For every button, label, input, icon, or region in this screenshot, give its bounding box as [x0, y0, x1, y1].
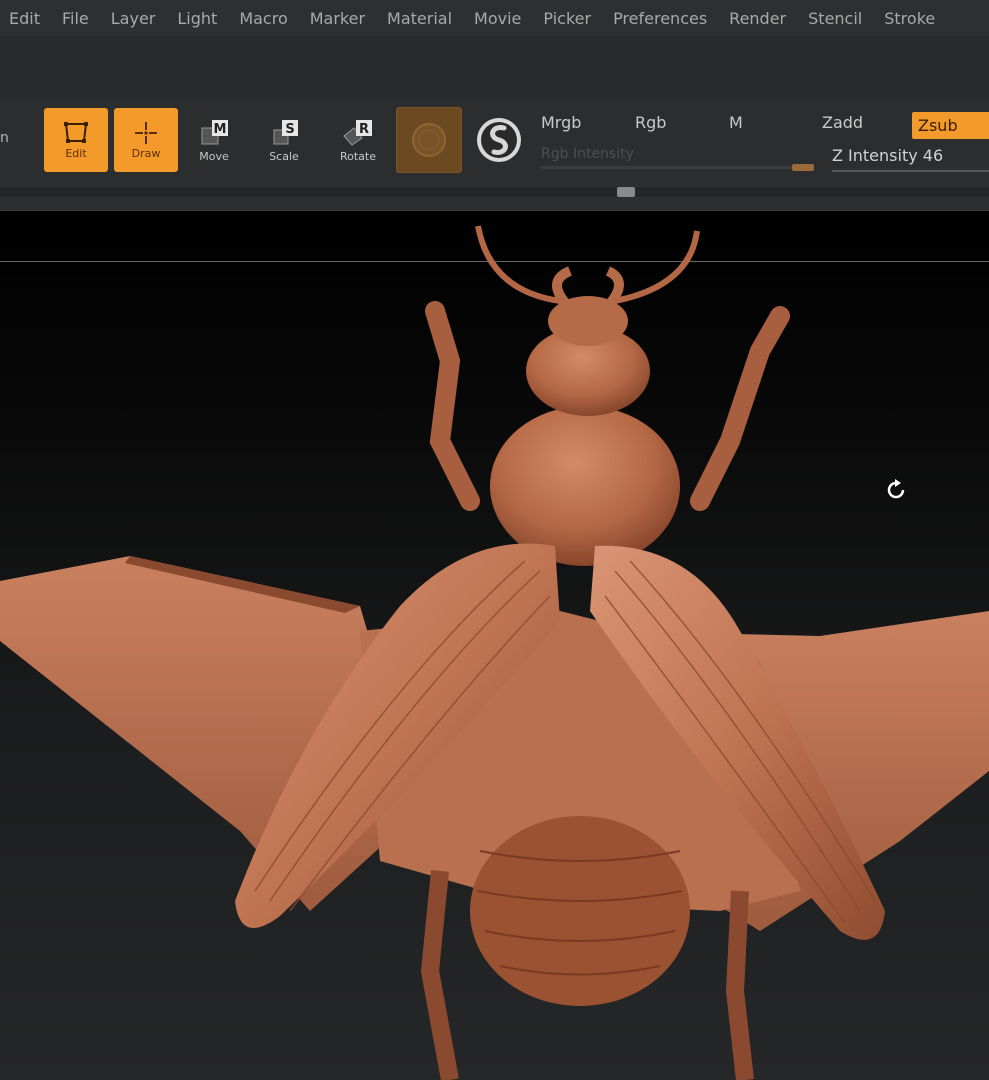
move-button[interactable]: M Move: [182, 108, 246, 172]
rgb-intensity-slider[interactable]: [541, 166, 813, 169]
scale-s-icon: S: [273, 119, 298, 144]
m-toggle[interactable]: M: [729, 113, 743, 132]
rgb-intensity-knob[interactable]: [792, 164, 814, 171]
menu-macro[interactable]: Macro: [239, 9, 287, 28]
rgb-toggle[interactable]: Rgb: [635, 113, 666, 132]
menu-movie[interactable]: Movie: [474, 9, 521, 28]
menu-bar: Edit File Layer Light Macro Marker Mater…: [0, 0, 989, 36]
texture-sphere-button[interactable]: [474, 115, 524, 165]
menu-preferences[interactable]: Preferences: [613, 9, 707, 28]
move-label: Move: [199, 149, 229, 163]
menu-file[interactable]: File: [62, 9, 89, 28]
rotate-button[interactable]: R Rotate: [326, 108, 390, 172]
canvas-viewport[interactable]: [0, 211, 989, 1080]
z-intensity-label: Z Intensity: [832, 146, 918, 165]
svg-text:M: M: [214, 122, 227, 137]
draw-crosshair-icon: [135, 121, 157, 144]
zsub-toggle[interactable]: Zsub: [912, 112, 989, 139]
z-intensity-slider[interactable]: Z Intensity 46: [832, 146, 943, 165]
z-intensity-track[interactable]: [832, 170, 989, 172]
menu-marker[interactable]: Marker: [310, 9, 365, 28]
scale-label: Scale: [269, 149, 299, 163]
s-sphere-icon: [477, 118, 521, 162]
beetle-sculpt-model: [0, 225, 989, 1080]
svg-text:S: S: [285, 122, 294, 137]
material-swatch-button[interactable]: [396, 107, 462, 173]
draw-button[interactable]: Draw: [114, 108, 178, 172]
z-intensity-value: 46: [922, 146, 944, 165]
menu-layer[interactable]: Layer: [111, 9, 156, 28]
menu-light[interactable]: Light: [177, 9, 217, 28]
toolbar-scroll-thumb[interactable]: [617, 187, 635, 197]
menu-edit[interactable]: Edit: [9, 9, 40, 28]
menu-stencil[interactable]: Stencil: [808, 9, 862, 28]
menu-material[interactable]: Material: [387, 9, 452, 28]
menu-picker[interactable]: Picker: [543, 9, 591, 28]
rotate-cursor-icon: [887, 479, 905, 499]
toolbar-scrollbar[interactable]: [0, 187, 989, 197]
move-m-icon: M: [201, 119, 228, 144]
zadd-toggle[interactable]: Zadd: [822, 113, 863, 132]
empty-tray: [0, 36, 989, 100]
menu-render[interactable]: Render: [729, 9, 786, 28]
menu-stroke[interactable]: Stroke: [884, 9, 935, 28]
scale-button[interactable]: S Scale: [252, 108, 316, 172]
draw-label: Draw: [131, 146, 161, 160]
rotate-r-icon: R: [343, 119, 372, 146]
svg-text:R: R: [359, 122, 369, 137]
material-sphere-icon: [412, 123, 446, 157]
edit-label: Edit: [65, 146, 87, 160]
edit-frame-icon: [64, 121, 88, 143]
edit-button[interactable]: Edit: [44, 108, 108, 172]
rotate-label: Rotate: [339, 149, 376, 163]
rgb-intensity-label: Rgb Intensity: [541, 146, 634, 162]
mrgb-toggle[interactable]: Mrgb: [541, 113, 581, 132]
partial-left-label: n: [0, 130, 9, 146]
